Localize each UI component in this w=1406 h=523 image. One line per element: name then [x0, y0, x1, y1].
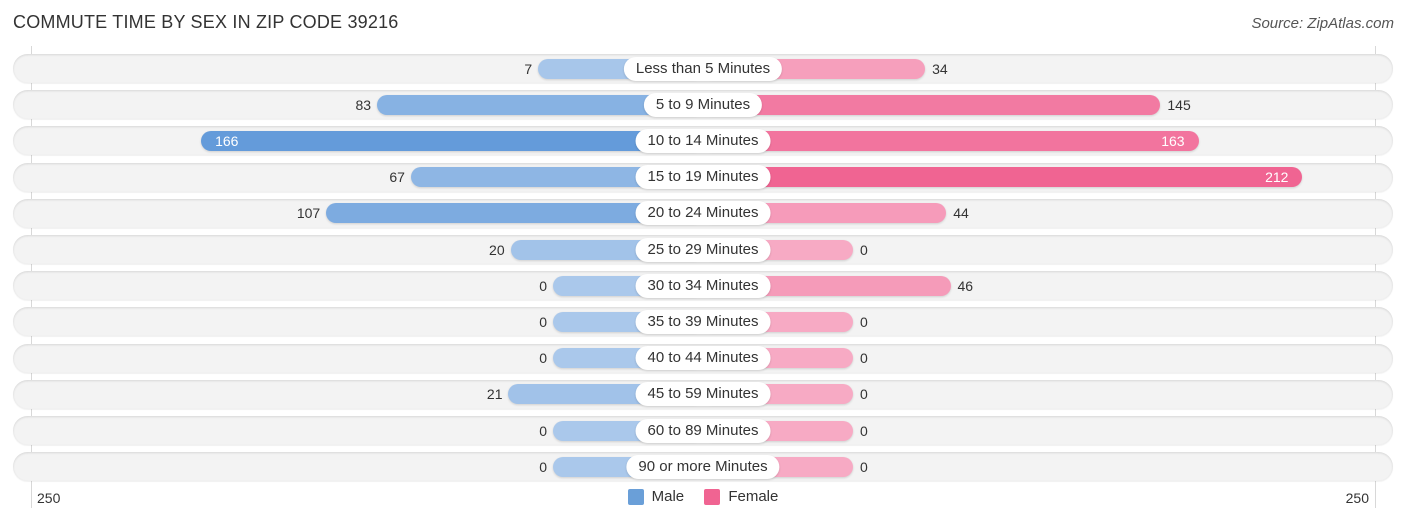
chart-title: COMMUTE TIME BY SEX IN ZIP CODE 39216	[13, 12, 399, 32]
female-value-label: 145	[1167, 96, 1191, 113]
male-value-label: 0	[539, 313, 547, 330]
category-label: 15 to 19 Minutes	[635, 165, 771, 190]
female-bar[interactable]	[703, 130, 1199, 151]
category-label: 25 to 29 Minutes	[635, 237, 771, 262]
male-value-label: 107	[296, 205, 321, 222]
female-value-label: 0	[860, 350, 868, 367]
male-value-label: 0	[539, 422, 547, 439]
category-label: 90 or more Minutes	[626, 454, 780, 479]
legend-label-male: Male	[651, 488, 685, 505]
female-value-label: 0	[860, 386, 868, 403]
female-value-label: 0	[860, 241, 868, 258]
male-value-label: 67	[389, 169, 405, 186]
category-label: 60 to 89 Minutes	[635, 418, 771, 443]
category-label: Less than 5 Minutes	[623, 56, 783, 81]
category-label: 35 to 39 Minutes	[635, 309, 771, 334]
category-label: 20 to 24 Minutes	[635, 201, 771, 226]
male-value-label: 83	[355, 96, 372, 113]
male-value-label: 166	[215, 132, 239, 149]
male-value-label: 20	[489, 241, 505, 258]
female-value-label: 0	[860, 422, 868, 439]
category-label: 30 to 34 Minutes	[635, 273, 771, 298]
legend-item-male: Male	[627, 488, 685, 505]
female-value-label: 46	[957, 277, 974, 294]
female-value-label: 44	[953, 205, 969, 222]
female-value-label: 212	[1265, 169, 1289, 186]
male-value-label: 0	[539, 458, 547, 475]
male-value-label: 21	[486, 386, 503, 403]
male-bar[interactable]	[201, 130, 703, 151]
legend-swatch-male	[627, 488, 644, 505]
male-value-label: 7	[524, 60, 533, 77]
female-bar[interactable]	[703, 94, 1161, 115]
male-value-label: 0	[539, 350, 547, 367]
female-value-label: 163	[1161, 132, 1185, 149]
legend-swatch-female	[704, 488, 721, 505]
female-bar[interactable]	[703, 167, 1303, 188]
category-label: 5 to 9 Minutes	[643, 92, 763, 117]
legend: Male Female	[0, 488, 1406, 509]
female-value-label: 0	[860, 313, 868, 330]
legend-item-female: Female	[704, 488, 778, 505]
male-value-label: 0	[539, 277, 547, 294]
category-label: 40 to 44 Minutes	[635, 346, 771, 371]
category-label: 45 to 59 Minutes	[635, 382, 771, 407]
female-value-label: 34	[932, 60, 948, 77]
source-label: Source: ZipAtlas.com	[1251, 15, 1394, 32]
legend-label-female: Female	[728, 488, 779, 505]
category-label: 10 to 14 Minutes	[635, 128, 771, 153]
female-value-label: 0	[860, 458, 868, 475]
